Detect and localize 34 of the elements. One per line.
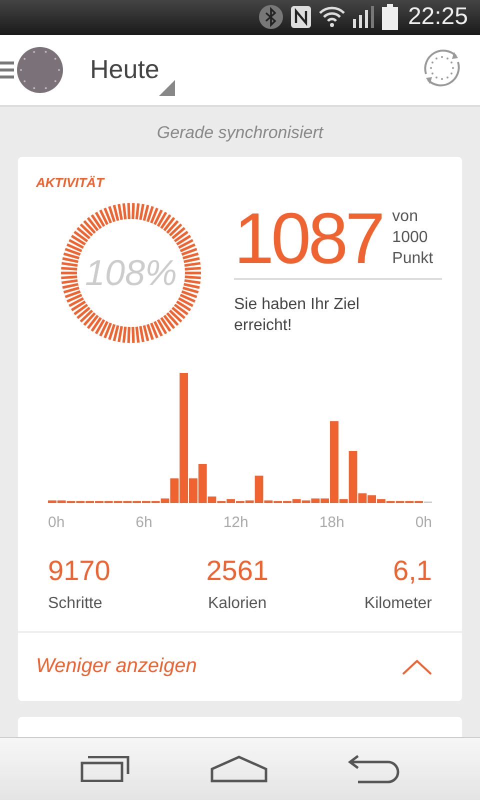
axis-label: 12h: [223, 514, 248, 531]
home-icon: [210, 754, 268, 783]
goal-message: Sie haben Ihr Ziel erreicht!: [234, 294, 360, 336]
wifi-icon: [318, 5, 346, 30]
axis-label: 0h: [415, 514, 432, 531]
signal-icon: [352, 5, 376, 30]
chevron-icon: [402, 658, 432, 675]
home-button[interactable]: [210, 754, 268, 783]
back-button[interactable]: [348, 754, 400, 784]
axis-label: 18h: [319, 514, 344, 531]
recent-apps-icon: [80, 756, 130, 782]
battery-icon: [382, 4, 398, 30]
sync-status: Gerade synchronisiert: [156, 122, 324, 143]
menu-icon: [0, 58, 14, 81]
points-value: 1087: [234, 202, 382, 276]
dropdown-corner-icon: [159, 80, 176, 96]
menu-button[interactable]: [0, 46, 64, 94]
stat-value: 6,1: [393, 554, 432, 587]
stat-label: Kalorien: [208, 594, 267, 613]
stat-value: 2561: [206, 554, 268, 587]
bluetooth-icon: [258, 4, 284, 30]
back-icon: [348, 754, 400, 784]
stat-value: 9170: [48, 554, 110, 587]
stat-label: Schritte: [48, 594, 104, 613]
axis-label: 0h: [48, 514, 65, 531]
recent-apps-button[interactable]: [80, 756, 130, 782]
points-goal: von 1000 Punkt: [392, 206, 434, 269]
device-icon: [16, 46, 64, 94]
stat-label: Kilometer: [364, 594, 432, 613]
axis-label: 6h: [136, 514, 152, 531]
card-heading: AKTIVITÄT: [36, 174, 106, 190]
nfc-icon: [290, 5, 312, 30]
clock-time: 22:25: [408, 3, 468, 32]
date-dropdown[interactable]: Heute: [90, 40, 176, 100]
